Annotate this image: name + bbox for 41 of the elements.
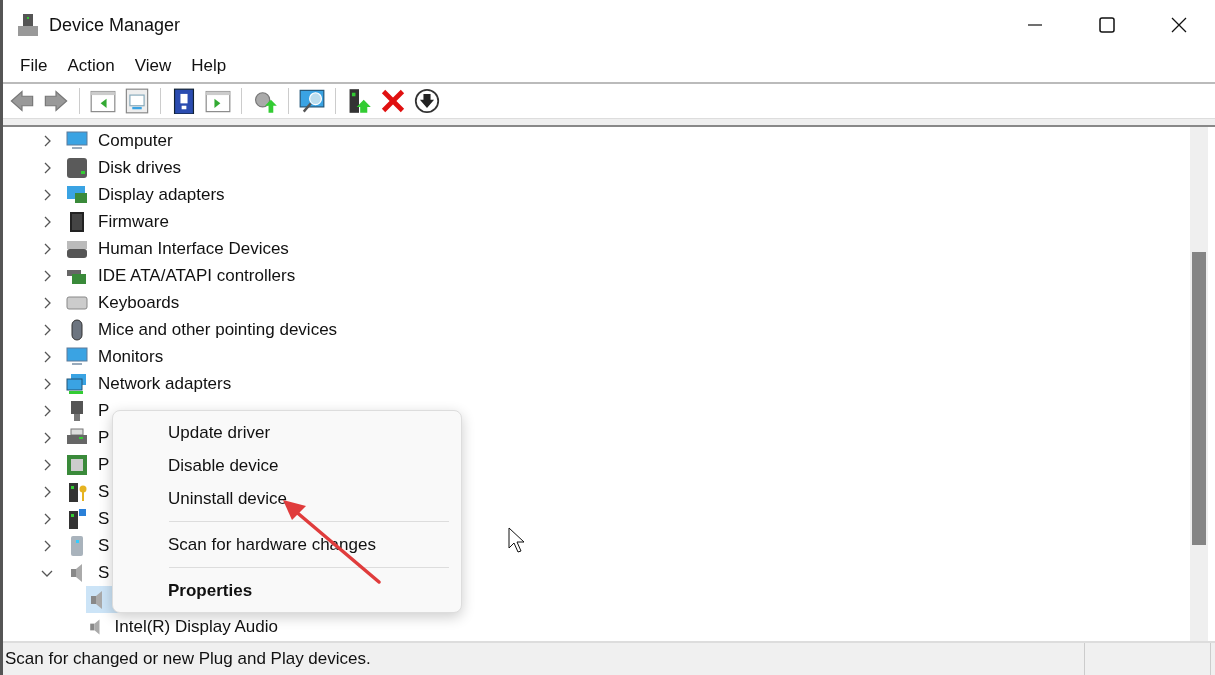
tree-item[interactable]: S xyxy=(98,481,110,502)
menu-item[interactable]: Uninstall device xyxy=(113,482,461,515)
menu-item[interactable]: Help xyxy=(181,56,237,76)
display-icon xyxy=(66,183,88,206)
tree-item[interactable]: S xyxy=(98,508,110,529)
menu-item[interactable]: View xyxy=(124,56,182,76)
tree-item[interactable]: P xyxy=(98,454,110,475)
tree-item[interactable]: Network adapters xyxy=(98,373,232,394)
window-title: Device Manager xyxy=(49,14,182,36)
status-text: Scan for changed or new Plug and Play devices. xyxy=(4,649,372,669)
menu-item[interactable]: File xyxy=(10,56,58,76)
download-icon[interactable] xyxy=(412,86,442,116)
tree-item[interactable]: Human Interface Devices xyxy=(98,238,289,259)
tree-item[interactable]: Monitors xyxy=(98,346,164,367)
tree-item[interactable]: Mice and other pointing devices xyxy=(98,319,338,340)
close-icon xyxy=(1171,17,1187,33)
tree-item[interactable]: Keyboards xyxy=(98,292,180,313)
processor-icon xyxy=(66,453,88,476)
menu-item[interactable]: Properties xyxy=(113,574,461,607)
security-icon xyxy=(66,480,88,503)
menu-item[interactable]: Disable device xyxy=(113,449,461,482)
monitor-icon xyxy=(66,129,88,152)
monitor-icon xyxy=(66,345,88,368)
tree-item[interactable]: S xyxy=(98,535,110,556)
tree-item[interactable]: Display adapters xyxy=(98,184,225,205)
tree-item[interactable]: Firmware xyxy=(98,211,169,232)
tree-item[interactable]: S xyxy=(98,562,110,583)
tree-item[interactable]: P xyxy=(98,427,110,448)
minimize-icon xyxy=(1027,24,1043,26)
tree-item[interactable]: IDE ATA/ATAPI controllers xyxy=(98,265,296,286)
maximize-icon xyxy=(1099,17,1115,33)
software-icon xyxy=(66,507,88,530)
scrollbar[interactable] xyxy=(1190,127,1208,641)
tree-item[interactable]: Disk drives xyxy=(98,157,182,178)
menu-item[interactable]: Action xyxy=(57,56,125,76)
app-icon xyxy=(17,13,39,37)
tree-item[interactable]: Intel(R) Display Audio xyxy=(86,613,278,640)
menu-item[interactable]: Update driver xyxy=(113,416,461,449)
tree-item[interactable]: P xyxy=(98,400,110,421)
tree-item[interactable]: Computer xyxy=(98,130,173,151)
network-icon xyxy=(66,372,88,395)
